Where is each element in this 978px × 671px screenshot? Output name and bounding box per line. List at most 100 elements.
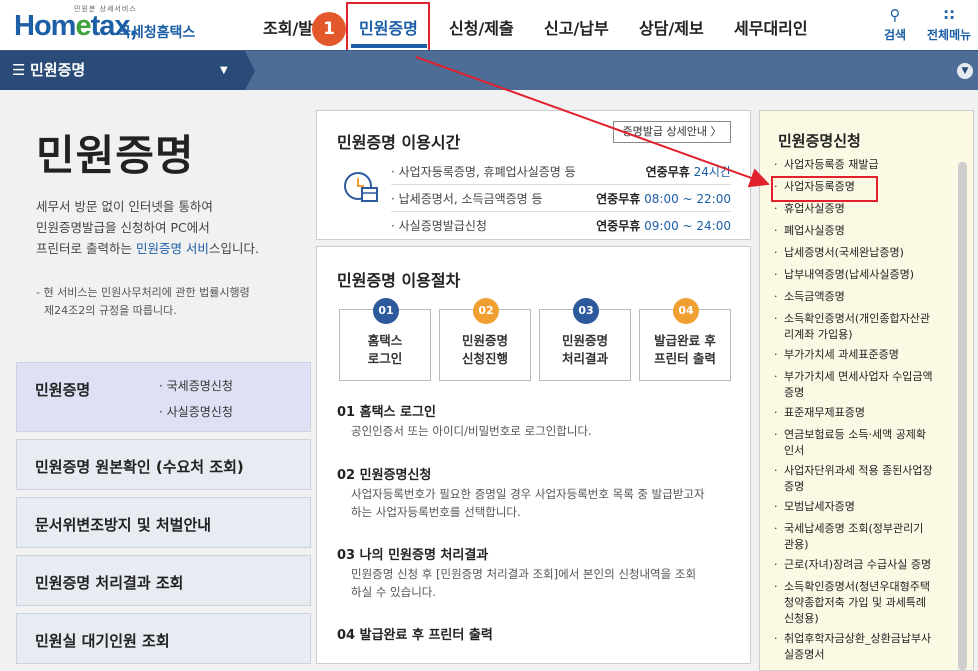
search-label: 검색 (884, 28, 907, 42)
bullet-dot: · (774, 370, 778, 383)
search-button[interactable]: ⚲ 검색 (884, 4, 906, 43)
hours-row: · 납세증명서, 소득금액증명 등 연중무휴 08:00 ~ 22:00 (391, 186, 731, 212)
detail-guide-button[interactable]: 증명발급 상세안내 〉 (613, 121, 731, 143)
nav-inquiry[interactable]: 조회/발 (263, 15, 313, 39)
chevron-down-icon[interactable]: ▼ (957, 63, 973, 79)
nav-report-pay[interactable]: 신고/납부 (544, 15, 609, 39)
process-step: 02 민원증명 신청진행 (439, 298, 531, 381)
panel-scrollbar[interactable] (958, 162, 967, 670)
process-detail-heading: 04 발급완료 후 프린터 출력 (337, 628, 493, 643)
cert-item-label: 소득금액증명 (784, 290, 845, 303)
intro-text: 세무서 방문 없이 인터넷을 통하여 민원증명발급을 신청하여 PC에서 프린터… (36, 199, 259, 256)
menu-icon: ☰ (12, 61, 26, 79)
bullet-dot: · (774, 632, 778, 645)
grid-icon: ∷ (943, 6, 955, 24)
cert-item-label: 신청용) (784, 612, 819, 625)
bullet-dot: · (774, 500, 778, 513)
cert-item-label: 소득확인증명서(청년우대형주택 (784, 580, 930, 593)
process-detail-heading: 02 민원증명신청 (337, 468, 432, 483)
cert-item-student-loan[interactable]: · 취업후학자금상환_상환금납부사실증명서 (772, 631, 960, 663)
cert-item-vat-exempt[interactable]: · 부가가치세 면세사업자 수입금액 증명 (772, 369, 960, 401)
hours-row: · 사실증명발급신청 연중무휴 09:00 ~ 24:00 (391, 219, 731, 233)
all-menu-button[interactable]: ∷ 전체메뉴 (927, 4, 971, 43)
bullet-dot: · (774, 428, 778, 441)
cert-item-label: 실증명서 (784, 648, 825, 661)
cert-item-label: 표준재무제표증명 (784, 406, 865, 419)
cert-item-income-confirm-b[interactable]: · 소득확인증명서(청년우대형주택청약종합저축 가입 및 과세특례신청용) (772, 579, 960, 627)
cert-item-payment-history[interactable]: · 납부내역증명(납세사실증명) (772, 267, 960, 283)
cert-item-label: 근로(자녀)장려금 수급사실 증명 (784, 558, 932, 571)
target-item-highlight-box (771, 176, 878, 202)
bullet-dot: · (774, 406, 778, 419)
cert-item-label: 소득확인증명서(개인종합자산관 (784, 312, 930, 325)
cert-item-label: 청약종합저축 가입 및 과세특례 (784, 596, 927, 609)
cert-item-pension[interactable]: · 연금보험료등 소득·세액 공제확 인서 (772, 427, 960, 459)
cert-item-income[interactable]: · 소득금액증명 (772, 289, 960, 305)
cert-item-incentive[interactable]: · 근로(자녀)장려금 수급사실 증명 (772, 557, 960, 573)
bullet-dot: · (774, 158, 778, 171)
hours-card: 민원증명 이용시간 증명발급 상세안내 〉 · 사업자등록증명, 휴폐업사실증명… (316, 110, 751, 240)
nav-apply-submit[interactable]: 신청/제출 (449, 15, 514, 39)
left-menu-civil-certificate[interactable]: 민원증명 · 국세증명신청 · 사실증명신청 (16, 362, 311, 432)
logo-korean: 국세청홈택스 (118, 25, 196, 41)
process-step: 04 발급완료 후 프린터 출력 (639, 298, 731, 381)
cert-item-label: 관용) (784, 538, 809, 551)
bullet-dot: · (774, 246, 778, 259)
submenu-fact-cert[interactable]: · 사실증명신청 (159, 403, 233, 420)
process-card: 민원증명 이용절차 01 홈택스 로그인 02 민원증명 신청진행 03 민원증명 처… (316, 246, 751, 664)
nav-highlight-box (346, 2, 430, 57)
cert-item-label: 모범납세자증명 (784, 500, 855, 513)
page-title: 민원증명 (36, 131, 195, 180)
left-menu-forgery-prevention[interactable]: 문서위변조방지 및 처벌안내 (16, 497, 311, 548)
bullet-dot: · (774, 348, 778, 361)
cert-item-financial-statement[interactable]: · 표준재무제표증명 (772, 405, 960, 421)
current-menu-dropdown[interactable]: ☰ 민원증명 ▼ (0, 51, 245, 90)
cert-item-label: 부가가치세 과세표준증명 (784, 348, 899, 361)
hours-row: · 사업자등록증명, 휴폐업사실증명 등 연중무휴 24시간 (391, 159, 731, 185)
legal-note: - 현 서비스는 민원사무처리에 관한 법률시행령 제24조2의 규정을 따릅니… (36, 286, 250, 317)
cert-item-label: 리계좌 가입용) (784, 328, 853, 341)
cert-item-gov-inquiry[interactable]: · 국세납세증명 조회(정부관리기관용) (772, 521, 960, 553)
breadcrumb-arrow (245, 51, 255, 90)
cert-item-closure[interactable]: · 폐업사실증명 (772, 223, 960, 239)
search-icon: ⚲ (889, 6, 901, 24)
bullet-dot: · (774, 580, 778, 593)
bullet-dot: · (774, 312, 778, 325)
step-number-badge: 1 (312, 12, 346, 46)
cert-item-reissue[interactable]: · 사업자등록증 재발급 (772, 157, 960, 173)
current-menu-label: 민원증명 (30, 61, 86, 79)
cert-item-vat-base[interactable]: · 부가가치세 과세표준증명 (772, 347, 960, 363)
nav-consult[interactable]: 상담/제보 (639, 15, 704, 39)
hometax-logo[interactable]: 민원분 상세서비스 Hometax, 국세청홈택스 (14, 4, 199, 44)
process-step: 03 민원증명 처리결과 (539, 298, 631, 381)
process-detail-text: 민원증명 신청 후 [민원증명 처리결과 조회]에서 본인의 신청내역을 조회 하… (351, 567, 697, 599)
process-detail-heading: 01 홈택스 로그인 (337, 405, 436, 420)
bullet-dot: · (774, 522, 778, 535)
nav-tax-agent[interactable]: 세무대리인 (734, 15, 808, 39)
cert-item-label: 사업자단위과세 적용 종된사업장 (784, 464, 933, 477)
submenu-national-tax-cert[interactable]: · 국세증명신청 (159, 377, 233, 394)
process-detail-heading: 03 나의 민원증명 처리결과 (337, 548, 489, 563)
process-detail-text: 공인인증서 또는 아이디/비밀번호로 로그인합니다. (351, 424, 592, 438)
process-detail-text: 사업자등록번호가 필요한 증명일 경우 사업자등록번호 목록 중 발급받고자 하는… (351, 487, 705, 519)
left-menu-waiting-count[interactable]: 민원실 대기인원 조회 (16, 613, 311, 664)
cert-item-label: 납세증명서(국세완납증명) (784, 246, 904, 259)
cert-item-label: 인서 (784, 444, 805, 457)
panel-title: 민원증명신청 (778, 132, 861, 150)
cert-item-label: 증명 (784, 480, 805, 493)
left-menu-result-inquiry[interactable]: 민원증명 처리결과 조회 (16, 555, 311, 606)
cert-item-suspension[interactable]: · 휴업사실증명 (772, 201, 960, 217)
left-menu-original-check[interactable]: 민원증명 원본확인 (수요처 조회) (16, 439, 311, 490)
cert-item-label: 취업후학자금상환_상환금납부사 (784, 632, 932, 645)
cert-item-label: 폐업사실증명 (784, 224, 845, 237)
bullet-dot: · (774, 202, 778, 215)
bullet-dot: · (774, 224, 778, 237)
cert-item-label: 국세납세증명 조회(정부관리기 (784, 522, 924, 535)
cert-item-income-confirm-a[interactable]: · 소득확인증명서(개인종합자산관리계좌 가입용) (772, 311, 960, 343)
cert-item-label: 휴업사실증명 (784, 202, 845, 215)
sub-nav-bar: ☰ 민원증명 ▼ ▼ (0, 50, 978, 90)
bullet-dot: · (774, 558, 778, 571)
cert-item-tax-payment[interactable]: · 납세증명서(국세완납증명) (772, 245, 960, 261)
cert-item-model-taxpayer[interactable]: · 모범납세자증명 (772, 499, 960, 515)
cert-item-unit-taxation[interactable]: · 사업자단위과세 적용 종된사업장 증명 (772, 463, 960, 495)
